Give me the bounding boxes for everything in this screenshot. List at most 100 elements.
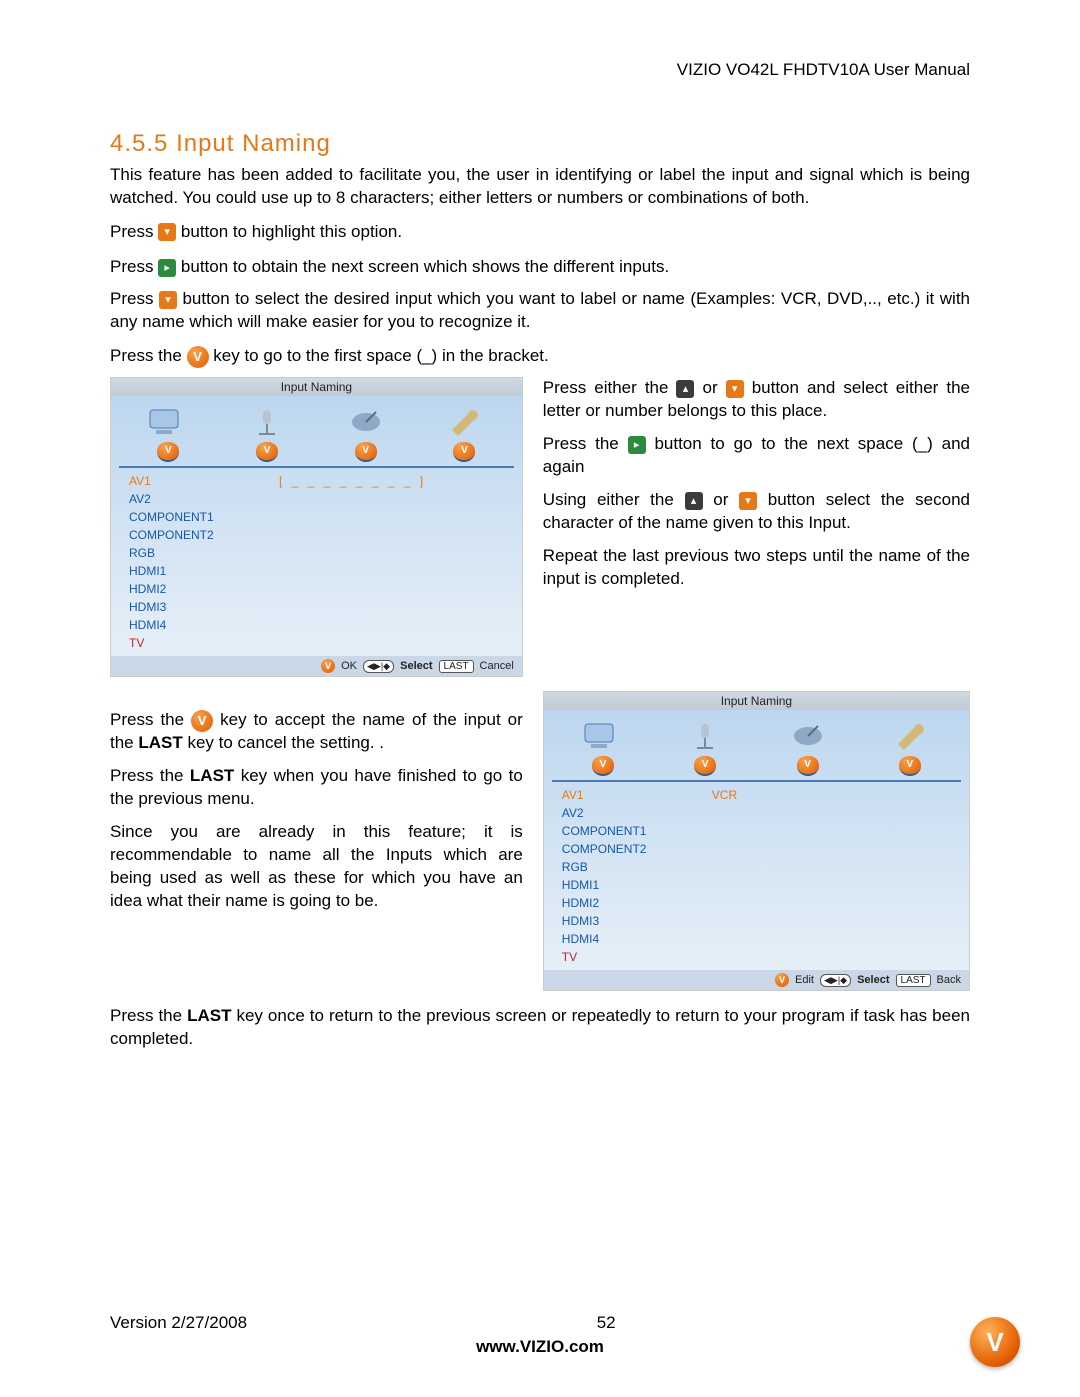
menu-item: HDMI3 xyxy=(129,598,512,616)
assigned-name: VCR xyxy=(712,786,737,804)
menu-item-label: TV xyxy=(562,948,712,966)
vizio-logo-icon: V xyxy=(775,973,789,987)
page-footer: Version 2/27/2008 52 . www.VIZIO.com V xyxy=(110,1313,970,1357)
footer-last-key: LAST xyxy=(439,660,474,673)
step-1b: button to highlight this option. xyxy=(181,222,402,241)
vtab-icon: V xyxy=(592,756,614,776)
osd-menu-1: Input Naming V V V V AV1[ _ _ _ _ _ _ _ … xyxy=(110,377,523,677)
footer-arrows: ◀▶|◆ xyxy=(363,660,394,673)
menu-item-label: COMPONENT2 xyxy=(562,840,712,858)
vtab-icon: V xyxy=(157,442,179,462)
vtab-icon: V xyxy=(256,442,278,462)
bp1a: Press the xyxy=(110,1006,187,1025)
ch-down-icon-2: ▾ xyxy=(159,291,177,309)
step-2: Press ▸ button to obtain the next screen… xyxy=(110,253,970,280)
ch-down-icon: ▾ xyxy=(739,492,757,510)
menu-item-label: HDMI1 xyxy=(562,876,712,894)
menu-item-label: RGB xyxy=(129,544,279,562)
menu-item-label: HDMI4 xyxy=(129,616,279,634)
l2p1a: Press the xyxy=(110,710,191,729)
step-2a: Press xyxy=(110,257,158,276)
menu-item-label: AV2 xyxy=(562,804,712,822)
vtab-icon: V xyxy=(355,442,377,462)
last-key-label: LAST xyxy=(138,733,182,752)
vtab-icon: V xyxy=(899,756,921,776)
menu-item: HDMI3 xyxy=(562,912,959,930)
menu-item-label: AV1 xyxy=(129,472,279,490)
l2p1c: key to cancel the setting. . xyxy=(183,733,384,752)
vtab-icon: V xyxy=(694,756,716,776)
tv-icon xyxy=(143,404,193,440)
l2p2a: Press the xyxy=(110,766,190,785)
tv-icon xyxy=(578,718,628,754)
menu-item: TV xyxy=(129,634,512,652)
menu-item-label: HDMI3 xyxy=(562,912,712,930)
vizio-logo-icon: V xyxy=(187,346,209,368)
edit-value: [ _ _ _ _ _ _ _ _ ] xyxy=(279,472,426,490)
r2a: Press the xyxy=(543,434,628,453)
menu-item: HDMI2 xyxy=(129,580,512,598)
last-key-label: LAST xyxy=(187,1006,231,1025)
menu-item: HDMI2 xyxy=(562,894,959,912)
menu-item: AV2 xyxy=(129,490,512,508)
step-2b: button to obtain the next screen which s… xyxy=(181,257,669,276)
footer-ok: OK xyxy=(341,660,357,672)
menu-item-label: COMPONENT1 xyxy=(562,822,712,840)
menu-item: COMPONENT1 xyxy=(129,508,512,526)
menu-item-label: HDMI4 xyxy=(562,930,712,948)
right-p4: Repeat the last previous two steps until… xyxy=(543,545,970,591)
menu-item: HDMI4 xyxy=(129,616,512,634)
footer-back: Back xyxy=(937,974,961,986)
vizio-logo-icon: V xyxy=(191,710,213,732)
vizio-logo-large-icon: V xyxy=(970,1317,1020,1367)
intro-text: This feature has been added to facilitat… xyxy=(110,164,970,210)
menu-item: RGB xyxy=(562,858,959,876)
footer-url: www.VIZIO.com xyxy=(110,1337,970,1357)
menu-item-label: TV xyxy=(129,634,279,652)
step-4b: key to go to the first space (_) in the … xyxy=(213,346,548,365)
menu-item-label: HDMI2 xyxy=(562,894,712,912)
step-4: Press the V key to go to the first space… xyxy=(110,342,970,369)
menu-item: HDMI1 xyxy=(129,562,512,580)
menu-item-label: AV1 xyxy=(562,786,712,804)
ch-down-icon: ▾ xyxy=(726,380,744,398)
footer-select: Select xyxy=(857,974,889,986)
dish-icon xyxy=(783,718,833,754)
footer-version: Version 2/27/2008 xyxy=(110,1313,247,1333)
ch-down-icon: ▾ xyxy=(158,223,176,241)
menu-item-label: RGB xyxy=(562,858,712,876)
mic-icon xyxy=(680,718,730,754)
last-key-label: LAST xyxy=(190,766,234,785)
wrench-icon xyxy=(885,718,935,754)
menu-item: COMPONENT2 xyxy=(562,840,959,858)
osd-title-1: Input Naming xyxy=(111,378,522,396)
right-p1: Press either the ▴ or ▾ button and selec… xyxy=(543,377,970,423)
vtab-icon: V xyxy=(797,756,819,776)
r1b: or xyxy=(703,378,726,397)
wrench-icon xyxy=(439,404,489,440)
menu-item: HDMI1 xyxy=(562,876,959,894)
r3a: Using either the xyxy=(543,490,685,509)
menu-item: RGB xyxy=(129,544,512,562)
step-3a: Press xyxy=(110,289,159,308)
menu-item-label: HDMI2 xyxy=(129,580,279,598)
menu-item-label: COMPONENT2 xyxy=(129,526,279,544)
menu-item: AV1VCR xyxy=(562,786,959,804)
menu-item: COMPONENT2 xyxy=(129,526,512,544)
ch-up-icon: ▴ xyxy=(685,492,703,510)
section-title-text: Input Naming xyxy=(176,130,331,157)
menu-item-label: AV2 xyxy=(129,490,279,508)
right-arrow-icon: ▸ xyxy=(158,259,176,277)
left2-p3: Since you are already in this feature; i… xyxy=(110,821,523,913)
menu-item: HDMI4 xyxy=(562,930,959,948)
dish-icon xyxy=(341,404,391,440)
r3b: or xyxy=(713,490,739,509)
footer-arrows: ◀▶|◆ xyxy=(820,974,851,987)
mic-icon xyxy=(242,404,292,440)
footer-edit: Edit xyxy=(795,974,814,986)
menu-item: COMPONENT1 xyxy=(562,822,959,840)
vizio-logo-icon: V xyxy=(321,659,335,673)
step-4a: Press the xyxy=(110,346,187,365)
ch-up-icon: ▴ xyxy=(676,380,694,398)
bp1b: key once to return to the previous scree… xyxy=(110,1006,970,1048)
